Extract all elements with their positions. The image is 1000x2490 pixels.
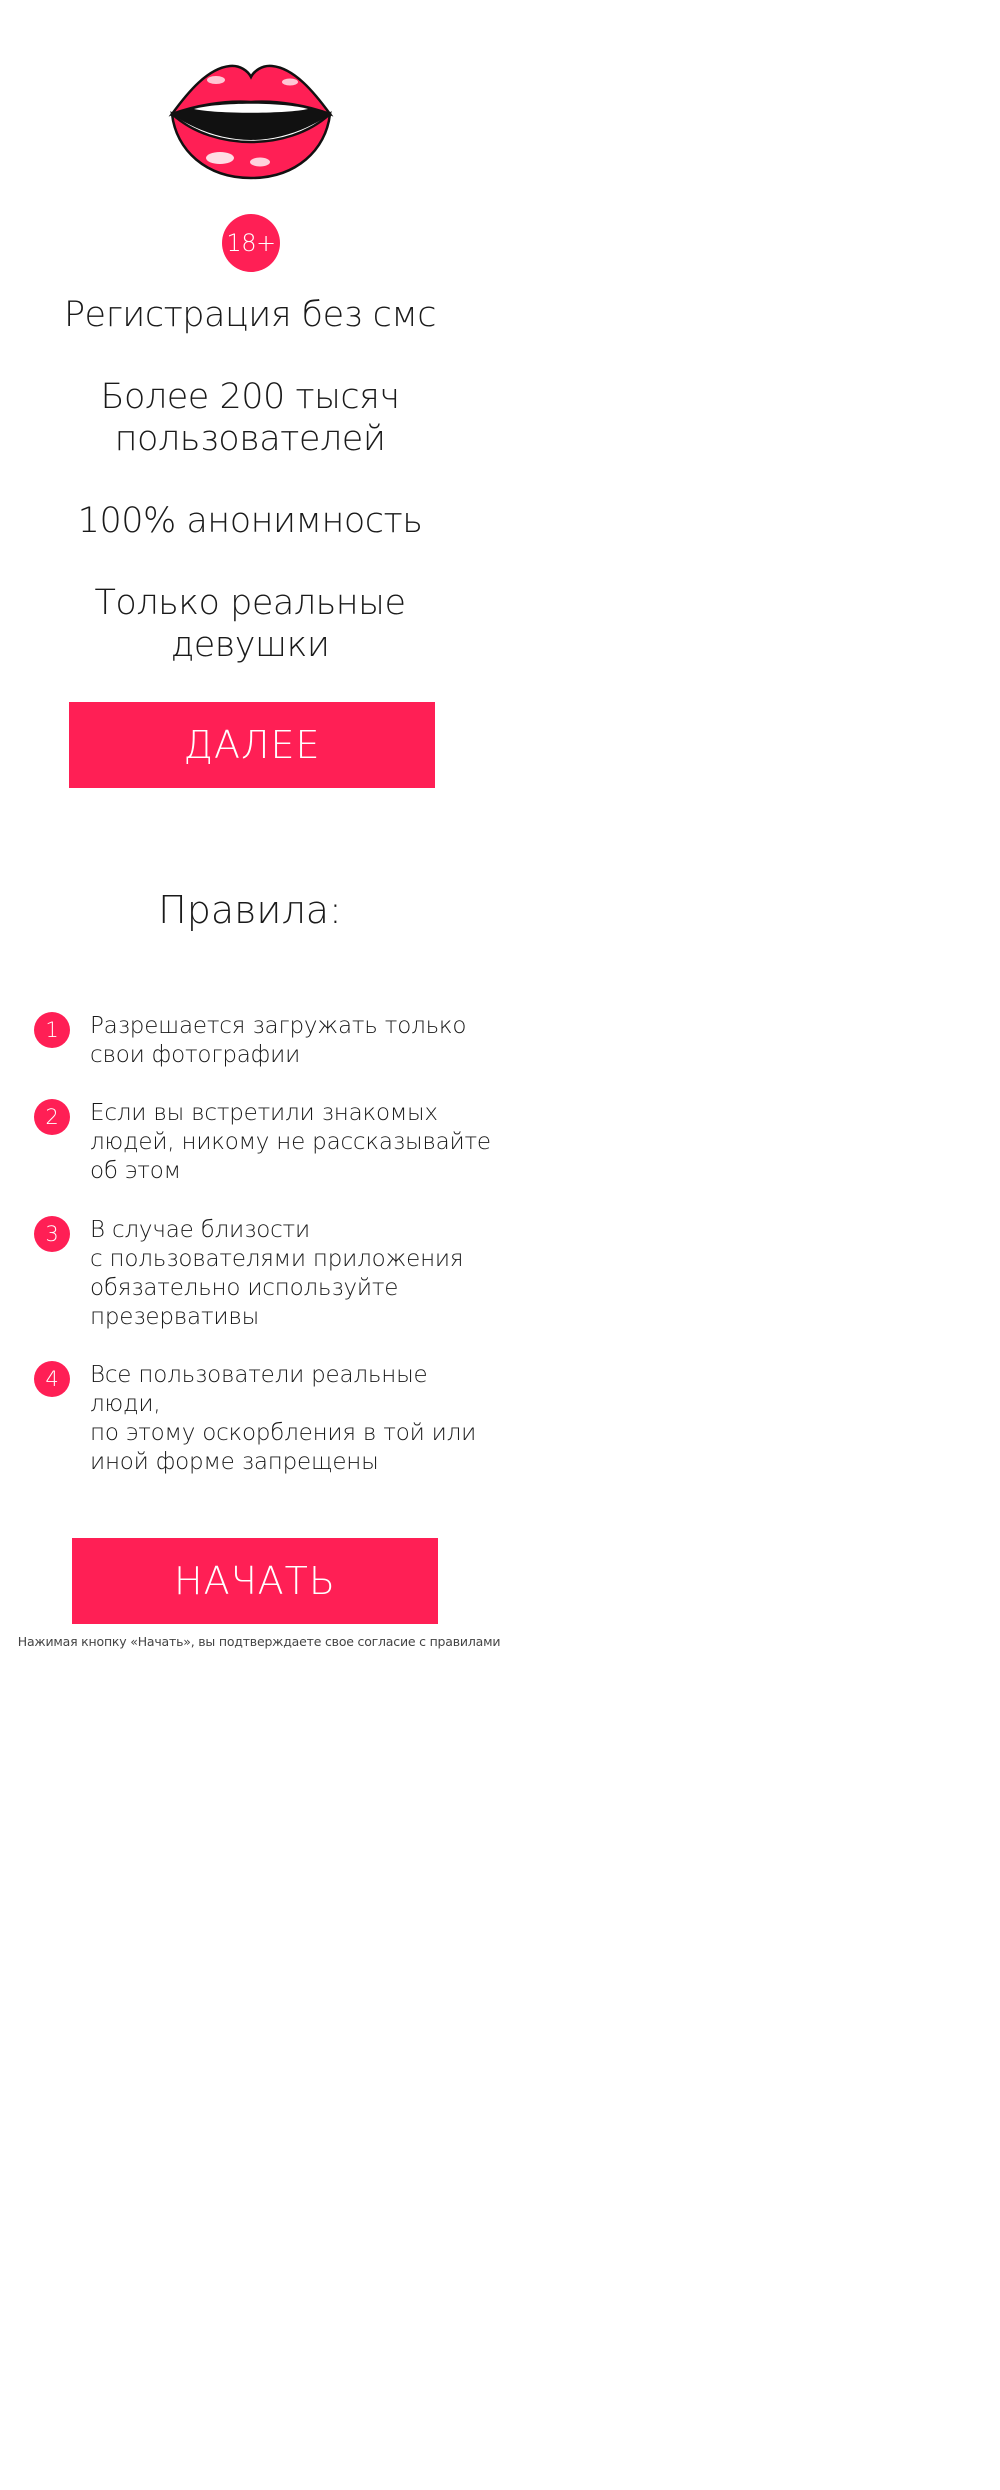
rule-number-badge: 2	[34, 1099, 70, 1135]
rule-number-badge: 1	[34, 1012, 70, 1048]
rule-item: 1 Разрешается загружать только свои фото…	[34, 1012, 504, 1070]
rule-number-badge: 3	[34, 1216, 70, 1252]
next-button[interactable]: ДАЛЕЕ	[69, 702, 435, 788]
rule-item: 3 В случае близости с пользователями при…	[34, 1216, 504, 1332]
start-button[interactable]: НАЧАТЬ	[72, 1538, 438, 1624]
feature-anonymity: 100% анонимность	[77, 501, 423, 541]
rule-item: 4 Все пользователи реальные люди, по это…	[34, 1361, 504, 1477]
rule-text: Разрешается загружать только свои фотогр…	[90, 1013, 467, 1068]
rules-title: Правила:	[158, 888, 342, 932]
rule-number-badge: 4	[34, 1361, 70, 1397]
age-rating-badge: 18+	[222, 214, 280, 272]
feature-real-girls: Только реальные девушки	[94, 583, 406, 665]
rule-item: 2 Если вы встретили знакомых людей, нико…	[34, 1099, 504, 1186]
rule-text: Все пользователи реальные люди, по этому…	[90, 1362, 477, 1475]
rule-text: В случае близости с пользователями прило…	[90, 1217, 464, 1330]
feature-no-sms: Регистрация без смс	[63, 295, 437, 335]
rule-text: Если вы встретили знакомых людей, никому…	[90, 1100, 491, 1184]
feature-users-count: Более 200 тысяч пользователей	[100, 377, 400, 459]
lips-icon	[168, 64, 334, 180]
consent-note: Нажимая кнопку «Начать», вы подтверждает…	[17, 1634, 501, 1649]
